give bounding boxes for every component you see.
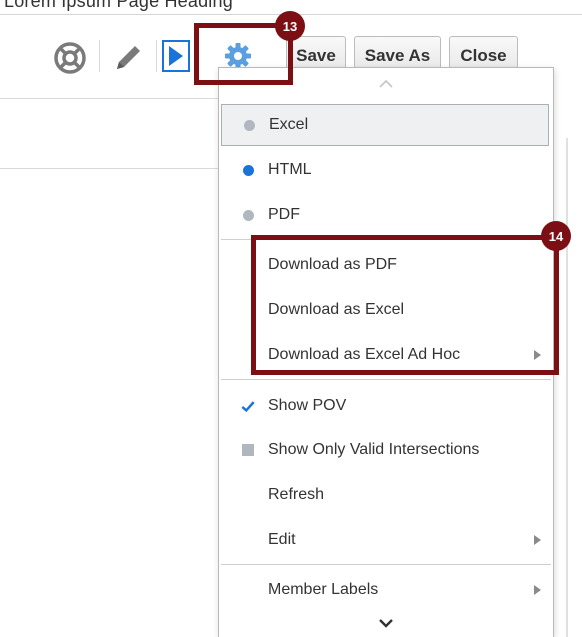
menu-item-label: Show POV	[268, 397, 347, 414]
submenu-arrow-icon	[534, 585, 541, 595]
menu-separator	[221, 564, 551, 565]
checkbox-unchecked-icon	[241, 443, 255, 457]
chevron-down-icon[interactable]	[219, 618, 553, 628]
menu-item-label: PDF	[268, 206, 300, 223]
page-heading: Lorem Ipsum Page Heading	[4, 0, 233, 11]
menu-item-show-only-valid-intersections[interactable]: Show Only Valid Intersections	[221, 429, 549, 471]
menu-item-label: Member Labels	[268, 581, 379, 598]
radio-unselected-icon	[242, 118, 256, 132]
menu-item-refresh[interactable]: Refresh	[221, 474, 549, 516]
callout-badge-14: 14	[541, 221, 571, 251]
lifebuoy-icon[interactable]	[52, 40, 88, 76]
menu-item-label: Edit	[268, 531, 296, 548]
menu-item-html[interactable]: HTML	[221, 149, 549, 191]
radio-selected-icon	[241, 163, 255, 177]
menu-item-excel[interactable]: Excel	[221, 104, 549, 146]
content-divider-1	[0, 98, 222, 99]
menu-item-label: Excel	[269, 116, 309, 133]
menu-item-label: Refresh	[268, 486, 325, 503]
radio-unselected-icon	[241, 208, 255, 222]
checkmark-icon	[241, 399, 255, 413]
menu-item-member-labels[interactable]: Member Labels	[221, 569, 549, 611]
menu-separator	[221, 379, 551, 380]
toolbar-separator	[156, 40, 157, 72]
callout-badge-13: 13	[275, 11, 305, 41]
callout-box-download-group	[251, 235, 559, 375]
content-divider-2	[0, 168, 222, 169]
menu-item-edit[interactable]: Edit	[221, 519, 549, 561]
submenu-arrow-icon	[534, 535, 541, 545]
play-icon[interactable]	[162, 40, 190, 72]
menu-item-label: Show Only Valid Intersections	[268, 441, 480, 458]
page-scrollbar-track[interactable]	[566, 138, 568, 637]
menu-item-show-pov[interactable]: Show POV	[221, 385, 549, 427]
toolbar-separator	[99, 40, 100, 72]
pencil-icon[interactable]	[108, 38, 148, 78]
menu-item-label: HTML	[268, 161, 312, 178]
menu-item-pdf[interactable]: PDF	[221, 194, 549, 236]
